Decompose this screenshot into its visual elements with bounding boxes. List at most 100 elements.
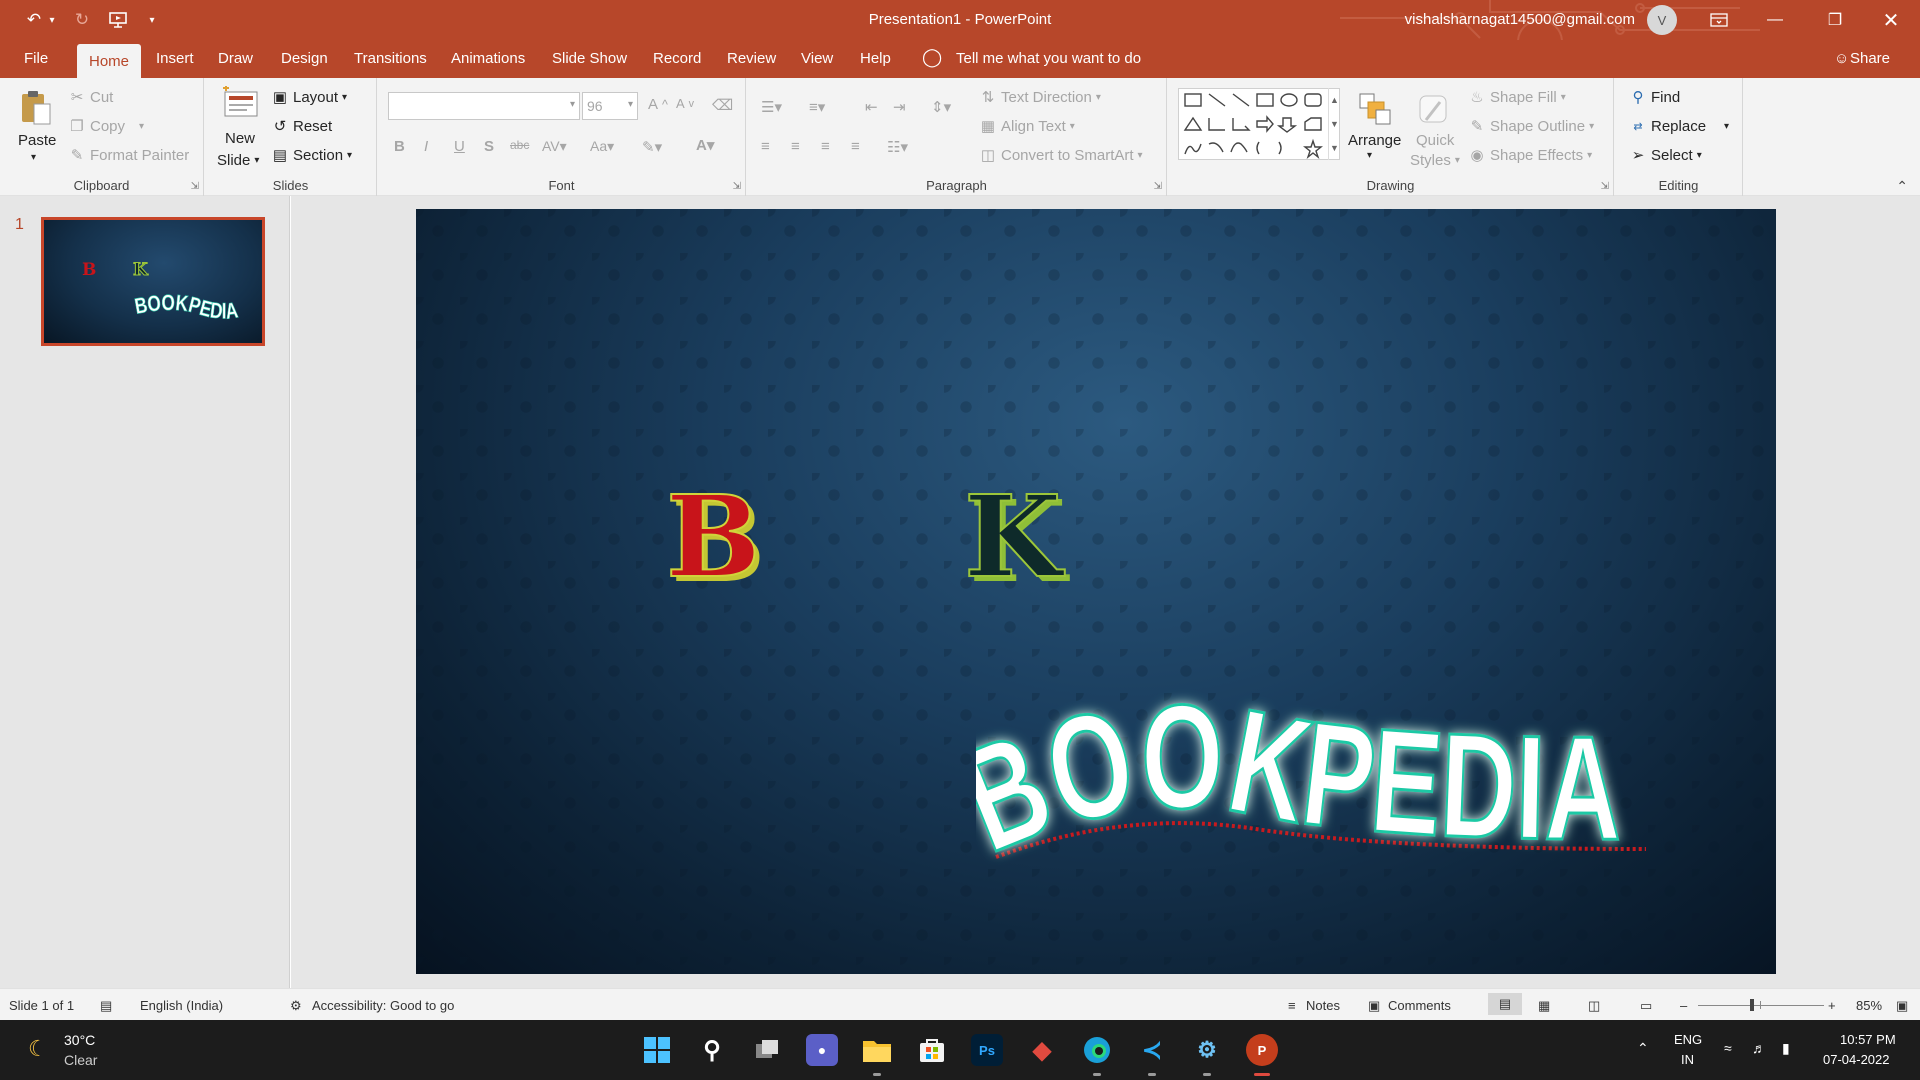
language-status[interactable]: English (India): [140, 998, 223, 1013]
replace-button[interactable]: ⇄ Replace ▾: [1629, 117, 1729, 135]
select-button[interactable]: ➢ Select ▾: [1629, 146, 1702, 165]
tab-animations[interactable]: Animations: [451, 50, 525, 67]
font-name-dropdown[interactable]: ▾: [570, 99, 575, 110]
powerpoint-icon[interactable]: P: [1246, 1034, 1278, 1066]
quick-styles-icon[interactable]: [1414, 90, 1454, 130]
format-painter-button[interactable]: ✎ Format Painter: [68, 146, 190, 165]
vscode-icon[interactable]: ≺: [1136, 1034, 1168, 1066]
drawing-launcher-icon[interactable]: ⇲: [1601, 181, 1609, 192]
arrange-icon[interactable]: [1354, 90, 1394, 130]
tab-review[interactable]: Review: [727, 50, 776, 67]
show-hidden-icons-icon[interactable]: ⌃: [1637, 1040, 1649, 1057]
new-slide-label[interactable]: New: [225, 130, 255, 147]
lang-indicator-2[interactable]: IN: [1681, 1052, 1694, 1067]
slide-letter-k[interactable]: K: [963, 471, 1062, 604]
font-size-dropdown[interactable]: ▾: [628, 99, 633, 110]
clock-date[interactable]: 07-04-2022: [1823, 1052, 1890, 1067]
battery-icon[interactable]: ▮: [1782, 1040, 1790, 1057]
underline-icon[interactable]: U: [454, 138, 465, 155]
paragraph-launcher-icon[interactable]: ⇲: [1154, 181, 1162, 192]
char-spacing-icon[interactable]: AV▾: [542, 138, 567, 155]
bullets-icon[interactable]: ☰▾: [761, 98, 782, 116]
align-left-icon[interactable]: ≡: [761, 138, 770, 155]
minimize-icon[interactable]: —: [1746, 0, 1804, 40]
clear-formatting-icon[interactable]: ⌫: [712, 96, 733, 114]
store-icon[interactable]: [916, 1034, 948, 1066]
arrange-dropdown[interactable]: ▾: [1367, 150, 1372, 161]
copy-dropdown[interactable]: ▾: [139, 121, 144, 132]
slideshow-icon[interactable]: ▭: [1640, 998, 1652, 1014]
convert-smartart-button[interactable]: ◫ Convert to SmartArt ▾: [979, 146, 1143, 165]
arrange-button[interactable]: Arrange: [1348, 132, 1401, 149]
bold-icon[interactable]: B: [394, 138, 405, 155]
new-slide-label-2[interactable]: Slide ▾: [217, 152, 259, 169]
tab-insert[interactable]: Insert: [156, 50, 194, 67]
quick-styles-label-2[interactable]: Styles ▾: [1410, 152, 1460, 169]
zoom-slider-thumb[interactable]: [1749, 999, 1754, 1011]
align-right-icon[interactable]: ≡: [821, 138, 830, 155]
shape-fill-button[interactable]: ♨ Shape Fill ▾: [1468, 88, 1565, 107]
task-view-icon[interactable]: [751, 1034, 783, 1066]
normal-view-icon[interactable]: ▤: [1488, 993, 1522, 1015]
slide-canvas[interactable]: B K BOOKPEDIA: [416, 209, 1776, 974]
replace-dropdown[interactable]: ▾: [1724, 121, 1729, 132]
shadow-icon[interactable]: S: [484, 138, 494, 155]
align-text-button[interactable]: ▦ Align Text ▾: [979, 117, 1075, 136]
git-icon[interactable]: ◆: [1026, 1034, 1058, 1066]
section-button[interactable]: ▤ Section ▾: [271, 146, 352, 165]
control-panel-icon[interactable]: ⚙: [1191, 1034, 1223, 1066]
new-slide-dropdown[interactable]: ▾: [254, 155, 259, 166]
shapes-gallery[interactable]: [1178, 88, 1340, 160]
fit-to-window-icon[interactable]: ▣: [1896, 998, 1908, 1014]
wifi-icon[interactable]: ≈: [1724, 1040, 1732, 1056]
weather-desc[interactable]: Clear: [64, 1052, 97, 1068]
slide-sorter-icon[interactable]: ▦: [1538, 998, 1550, 1014]
tab-record[interactable]: Record: [653, 50, 701, 67]
reading-view-icon[interactable]: ◫: [1588, 998, 1600, 1014]
comments-button[interactable]: Comments: [1388, 998, 1451, 1013]
shapes-scroll[interactable]: ▲ ▼ ▼: [1328, 88, 1340, 160]
reset-button[interactable]: ↺ Reset: [271, 117, 332, 136]
zoom-level[interactable]: 85%: [1856, 998, 1882, 1013]
tab-view[interactable]: View: [801, 50, 833, 67]
zoom-out-icon[interactable]: –: [1680, 998, 1687, 1013]
decrease-font-icon[interactable]: Av: [676, 96, 694, 111]
highlight-icon[interactable]: ✎▾: [642, 138, 662, 156]
italic-icon[interactable]: I: [424, 138, 428, 155]
edge-icon[interactable]: [1081, 1034, 1113, 1066]
lang-indicator-1[interactable]: ENG: [1674, 1032, 1702, 1047]
change-case-icon[interactable]: Aa▾: [590, 138, 614, 155]
account-email[interactable]: vishalsharnagat14500@gmail.com: [1405, 11, 1635, 28]
collapse-ribbon-icon[interactable]: ⌃: [1896, 178, 1908, 195]
zoom-slider[interactable]: [1698, 999, 1824, 1011]
windows-start-icon[interactable]: [641, 1034, 673, 1066]
tab-slide-show[interactable]: Slide Show: [552, 50, 627, 67]
decrease-indent-icon[interactable]: ⇤: [865, 98, 878, 116]
zoom-in-icon[interactable]: +: [1828, 998, 1836, 1013]
columns-icon[interactable]: ☷▾: [887, 138, 908, 156]
ribbon-display-options-icon[interactable]: [1690, 0, 1748, 40]
wordart-bookpedia[interactable]: BOOKPEDIA: [976, 679, 1656, 889]
search-icon[interactable]: ⚲: [696, 1034, 728, 1066]
tab-design[interactable]: Design: [281, 50, 328, 67]
increase-indent-icon[interactable]: ⇥: [893, 98, 906, 116]
new-slide-icon[interactable]: [221, 86, 261, 126]
increase-font-icon[interactable]: A ^: [648, 96, 668, 113]
volume-icon[interactable]: ♬: [1752, 1040, 1766, 1056]
teams-chat-icon[interactable]: ●: [806, 1034, 838, 1066]
tab-help[interactable]: Help: [860, 50, 891, 67]
shape-outline-button[interactable]: ✎ Shape Outline ▾: [1468, 117, 1594, 136]
tab-draw[interactable]: Draw: [218, 50, 253, 67]
tab-home[interactable]: Home: [77, 44, 141, 78]
restore-icon[interactable]: ❐: [1806, 0, 1864, 40]
file-explorer-icon[interactable]: [861, 1034, 893, 1066]
tell-me-search[interactable]: Tell me what you want to do: [956, 50, 1141, 67]
paste-icon[interactable]: [16, 88, 56, 128]
font-color-icon[interactable]: A▾: [696, 136, 714, 154]
font-launcher-icon[interactable]: ⇲: [733, 181, 741, 192]
accessibility-status[interactable]: Accessibility: Good to go: [312, 998, 454, 1013]
tab-file[interactable]: File: [24, 50, 48, 67]
find-button[interactable]: ⚲ Find: [1629, 88, 1681, 107]
photoshop-icon[interactable]: Ps: [971, 1034, 1003, 1066]
spellcheck-icon[interactable]: ▤: [100, 998, 112, 1014]
